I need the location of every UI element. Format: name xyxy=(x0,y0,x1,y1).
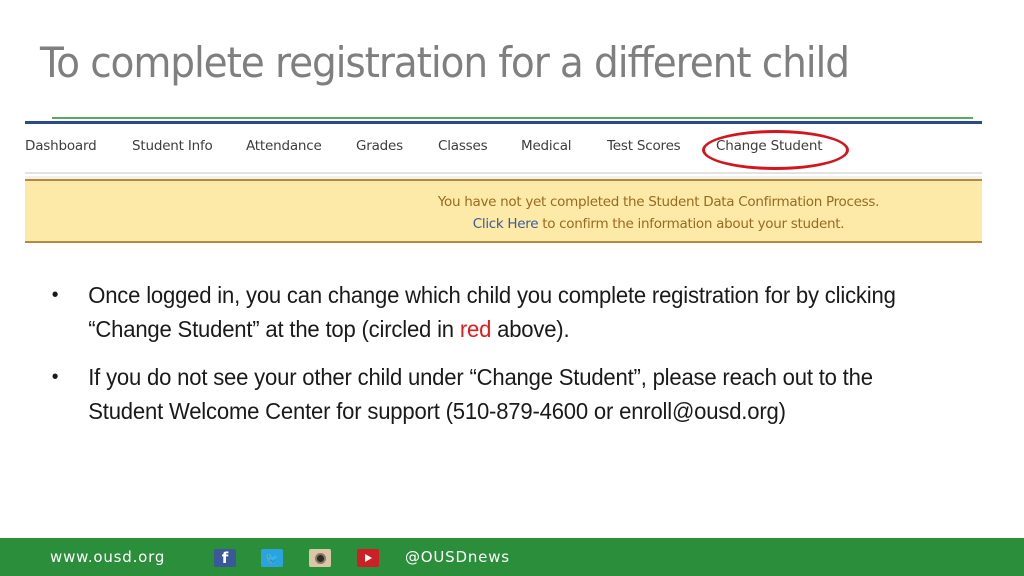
portal-nav-bar: Dashboard Student Info Attendance Grades… xyxy=(25,124,982,174)
slide-title: To complete registration for a different… xyxy=(40,38,850,87)
banner-action-text: to confirm the information about your st… xyxy=(538,216,845,232)
social-handle[interactable]: @OUSDnews xyxy=(405,548,510,566)
red-highlight-circle xyxy=(702,130,849,170)
twitter-icon[interactable]: 🐦 xyxy=(261,549,283,567)
nav-item-attendance[interactable]: Attendance xyxy=(246,138,322,154)
nav-item-student-info[interactable]: Student Info xyxy=(132,138,213,154)
title-divider xyxy=(52,117,973,119)
nav-item-grades[interactable]: Grades xyxy=(356,138,403,154)
embedded-portal-screenshot: Dashboard Student Info Attendance Grades… xyxy=(25,121,982,244)
click-here-link[interactable]: Click Here xyxy=(473,216,539,232)
bullet-dot: • xyxy=(51,366,59,388)
instagram-icon[interactable] xyxy=(309,549,331,567)
bullet-list: • Once logged in, you can change which c… xyxy=(46,278,986,442)
camera-lens-icon xyxy=(314,552,326,564)
banner-message: You have not yet completed the Student D… xyxy=(437,194,880,210)
bullet-text-end: above). xyxy=(491,316,570,342)
banner-action-line: Click Here to confirm the information ab… xyxy=(25,216,982,232)
nav-item-test-scores[interactable]: Test Scores xyxy=(607,138,681,154)
youtube-icon[interactable] xyxy=(357,549,379,567)
bullet-text: If you do not see your other child under… xyxy=(88,364,873,424)
bullet-item: • Once logged in, you can change which c… xyxy=(46,278,948,346)
website-link[interactable]: www.ousd.org xyxy=(50,548,165,566)
play-icon xyxy=(364,554,372,562)
bullet-item: • If you do not see your other child und… xyxy=(46,360,948,428)
confirmation-banner: You have not yet completed the Student D… xyxy=(25,179,982,243)
bullet-dot: • xyxy=(51,284,59,306)
nav-item-classes[interactable]: Classes xyxy=(438,138,488,154)
red-highlight-word: red xyxy=(459,316,492,342)
nav-item-medical[interactable]: Medical xyxy=(521,138,572,154)
nav-item-dashboard[interactable]: Dashboard xyxy=(25,138,97,154)
facebook-icon[interactable]: f xyxy=(214,549,236,567)
footer-bar: www.ousd.org f 🐦 @OUSDnews xyxy=(0,538,1024,576)
